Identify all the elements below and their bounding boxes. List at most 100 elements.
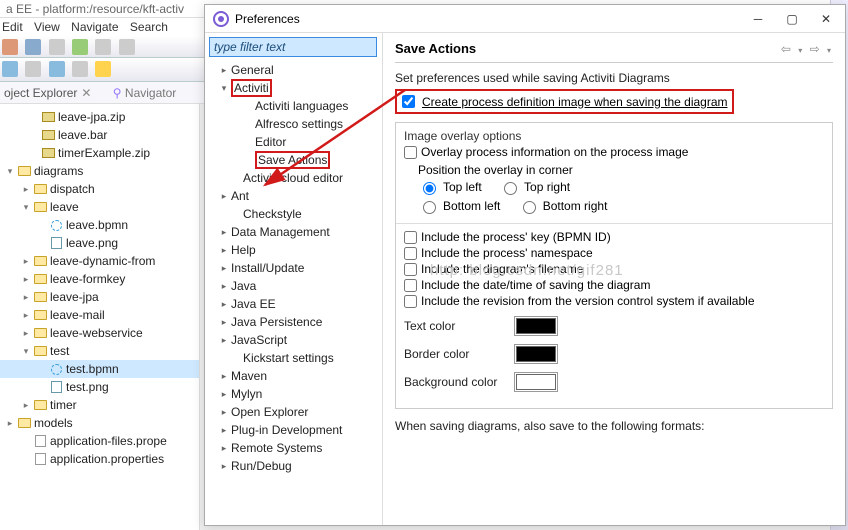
tree-item[interactable]: ▾test	[0, 342, 199, 360]
pref-tree-item[interactable]: ▸Mylyn	[205, 385, 382, 403]
navigator-tab[interactable]: ⚲ Navigator	[113, 86, 177, 100]
page-heading: Save Actions	[395, 41, 779, 56]
pref-tree-item[interactable]: ▸Data Management	[205, 223, 382, 241]
eclipse-icon	[213, 11, 229, 27]
tree-item[interactable]: ▸leave-webservice	[0, 324, 199, 342]
radio-top-left[interactable]: Top left	[418, 179, 482, 195]
pref-tree-item[interactable]: Activiti languages	[205, 97, 382, 115]
tree-item[interactable]: timerExample.zip	[0, 144, 199, 162]
tree-item[interactable]: ▸leave-dynamic-from	[0, 252, 199, 270]
back-icon[interactable]: ⇦	[781, 42, 791, 56]
pref-tree-item[interactable]: ▸Maven	[205, 367, 382, 385]
tree-item[interactable]: ▾leave	[0, 198, 199, 216]
include-option[interactable]: Include the process' key (BPMN ID)	[404, 230, 824, 244]
radio-bottom-left[interactable]: Bottom left	[418, 198, 500, 214]
tree-item[interactable]: ▾diagrams	[0, 162, 199, 180]
dialog-titlebar[interactable]: Preferences ─ ▢ ✕	[205, 5, 845, 33]
filter-input[interactable]	[209, 37, 377, 57]
pref-tree-item[interactable]: ▸General	[205, 61, 382, 79]
toolbar-icon[interactable]	[2, 61, 18, 77]
include-option[interactable]: Include the process' namespace	[404, 246, 824, 260]
tree-item[interactable]: ▸leave-mail	[0, 306, 199, 324]
pref-tree-item[interactable]: ▸JavaScript	[205, 331, 382, 349]
toolbar-icon[interactable]	[95, 61, 111, 77]
project-explorer-tree: leave-jpa.zipleave.bartimerExample.zip▾d…	[0, 104, 200, 530]
tree-item[interactable]: test.png	[0, 378, 199, 396]
minimize-icon[interactable]: ─	[741, 8, 775, 30]
include-option[interactable]: Include the date/time of saving the diag…	[404, 278, 824, 292]
dialog-title: Preferences	[235, 12, 300, 26]
toolbar-icon[interactable]	[25, 61, 41, 77]
preferences-dialog: Preferences ─ ▢ ✕ ▸General▾ActivitiActiv…	[204, 4, 846, 526]
toolbar-icon[interactable]	[25, 39, 41, 55]
radio-top-right[interactable]: Top right	[499, 179, 570, 195]
toolbar-icon[interactable]	[72, 39, 88, 55]
toolbar-icon[interactable]	[119, 39, 135, 55]
pref-tree-item[interactable]: ▸Ant	[205, 187, 382, 205]
include-option[interactable]: Include the diagram's filename	[404, 262, 824, 276]
pref-tree-item[interactable]: Alfresco settings	[205, 115, 382, 133]
toolbar-icon[interactable]	[49, 61, 65, 77]
tree-item[interactable]: application.properties	[0, 450, 199, 468]
pref-tree-item[interactable]: Kickstart settings	[205, 349, 382, 367]
pref-tree-item[interactable]: ▸Java Persistence	[205, 313, 382, 331]
tree-item[interactable]: test.bpmn	[0, 360, 199, 378]
tree-item[interactable]: leave-jpa.zip	[0, 108, 199, 126]
bg-color-label: Background color	[404, 375, 514, 389]
toolbar-icon[interactable]	[49, 39, 65, 55]
pref-tree-item[interactable]: ▸Open Explorer	[205, 403, 382, 421]
bg-color-swatch[interactable]	[514, 372, 558, 392]
project-explorer-label: oject Explorer	[4, 82, 77, 104]
tree-item[interactable]: ▸dispatch	[0, 180, 199, 198]
border-color-label: Border color	[404, 347, 514, 361]
toolbar-icon[interactable]	[2, 39, 18, 55]
create-image-checkbox[interactable]	[402, 95, 415, 108]
tree-item[interactable]: leave.png	[0, 234, 199, 252]
menu-search[interactable]: Search	[130, 20, 168, 34]
radio-bottom-right[interactable]: Bottom right	[518, 198, 608, 214]
preferences-tree-panel: ▸General▾ActivitiActiviti languagesAlfre…	[205, 33, 383, 525]
preferences-content: Save Actions ⇦ ▾ ⇨ ▾ Set preferences use…	[383, 33, 845, 525]
pref-tree-item[interactable]: Activiti cloud editor	[205, 169, 382, 187]
tree-item[interactable]: leave.bar	[0, 126, 199, 144]
maximize-icon[interactable]: ▢	[775, 8, 809, 30]
project-explorer-tab[interactable]: oject Explorer ✕	[4, 82, 91, 104]
create-image-check-highlight: Create process definition image when sav…	[395, 89, 734, 114]
history-nav: ⇦ ▾ ⇨ ▾	[779, 42, 833, 56]
pref-tree-item[interactable]: Save Actions	[205, 151, 382, 169]
menu-edit[interactable]: Edit	[2, 20, 23, 34]
tree-item[interactable]: ▸leave-formkey	[0, 270, 199, 288]
tree-item[interactable]: ▸leave-jpa	[0, 288, 199, 306]
save-formats-label: When saving diagrams, also save to the f…	[395, 419, 833, 433]
tree-item[interactable]: application-files.prope	[0, 432, 199, 450]
menu-view[interactable]: View	[34, 20, 60, 34]
text-color-swatch[interactable]	[514, 316, 558, 336]
tree-item[interactable]: ▸models	[0, 414, 199, 432]
toolbar-icon[interactable]	[72, 61, 88, 77]
forward-icon[interactable]: ⇨	[810, 42, 820, 56]
tree-item[interactable]: leave.bpmn	[0, 216, 199, 234]
menu-navigate[interactable]: Navigate	[71, 20, 118, 34]
toolbar-icon[interactable]	[95, 39, 111, 55]
include-option[interactable]: Include the revision from the version co…	[404, 294, 824, 308]
border-color-swatch[interactable]	[514, 344, 558, 364]
overlay-info-label: Overlay process information on the proce…	[421, 145, 688, 159]
overlay-info-checkbox[interactable]	[404, 146, 417, 159]
pref-tree-item[interactable]: ▸Run/Debug	[205, 457, 382, 475]
create-image-label: Create process definition image when sav…	[422, 95, 728, 109]
pref-tree-item[interactable]: ▸Plug-in Development	[205, 421, 382, 439]
pref-tree-item[interactable]: Editor	[205, 133, 382, 151]
tree-item[interactable]: ▸timer	[0, 396, 199, 414]
pref-tree-item[interactable]: ▾Activiti	[205, 79, 382, 97]
close-icon[interactable]: ✕	[81, 82, 91, 104]
close-icon[interactable]: ✕	[809, 8, 843, 30]
pref-tree-item[interactable]: ▸Remote Systems	[205, 439, 382, 457]
overlay-group-title: Image overlay options	[404, 129, 824, 143]
pref-tree-item[interactable]: ▸Java EE	[205, 295, 382, 313]
pref-tree-item[interactable]: Checkstyle	[205, 205, 382, 223]
pref-tree-item[interactable]: ▸Java	[205, 277, 382, 295]
overlay-options-group: Image overlay options Overlay process in…	[395, 122, 833, 409]
pref-tree-item[interactable]: ▸Help	[205, 241, 382, 259]
pref-tree-item[interactable]: ▸Install/Update	[205, 259, 382, 277]
text-color-label: Text color	[404, 319, 514, 333]
